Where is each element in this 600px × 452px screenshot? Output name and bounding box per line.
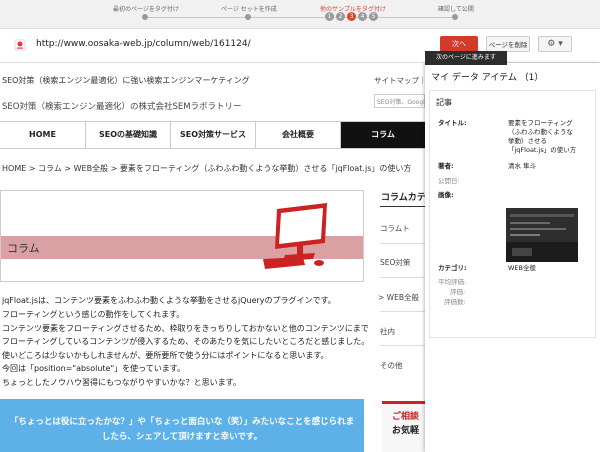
banner-label: コラム <box>7 242 40 255</box>
panel-title: マイ データ アイテム （1） <box>431 73 544 83</box>
step-number-1[interactable]: 1 <box>325 12 334 21</box>
contact-box[interactable]: ご相談 お気軽 <box>382 401 425 452</box>
body-line-4: フローティングしているコンテンツが侵入するため、そのあたりを気にしたいところだと… <box>2 337 370 346</box>
sidebar-item-web-general-label: WEB全般 <box>386 293 419 302</box>
image-label: 画像: <box>438 191 454 199</box>
site-tagline: SEO対策（検索エンジン最適化）に強い検索エンジンマーケティング <box>2 76 250 85</box>
author-label: 著者: <box>438 162 454 170</box>
sidebar-item-seo[interactable]: SEO対策 <box>380 257 410 268</box>
step-label-2: ページ セットを作成 <box>221 6 277 13</box>
share-cta-box: 「ちょっとは役に立ったかな？」や「ちょっと面白いな（笑）」みたいなことを感じられ… <box>0 399 364 452</box>
body-line-2: フローティングという感じの動作をしてくれます。 <box>2 310 185 319</box>
contact-line-1: ご相談 <box>392 412 420 422</box>
nav-company[interactable]: 会社概要 <box>255 122 340 148</box>
cta-line-1: 「ちょっとは役に立ったかな？」や「ちょっと面白いな（笑）」みたいなことを感じられ… <box>9 417 355 427</box>
body-line-6: 今回は「position="absolute"」を使っています。 <box>2 364 185 373</box>
article-thumbnail-image <box>506 208 578 262</box>
step-number-3[interactable]: 3 <box>347 12 356 21</box>
nav-seo-services[interactable]: SEO対策サービス <box>170 122 255 148</box>
site-search-box[interactable]: SEO対策、Googl <box>374 94 425 108</box>
sidebar-divider <box>380 345 425 346</box>
article-card[interactable]: 記事 タイトル: 要素をフローティング （ふわふわ動くような 挙動）させる 「j… <box>429 90 596 338</box>
step-dot-2 <box>245 14 251 20</box>
title-value-line-4: 「jqFloat.js」の使い方 <box>508 146 577 154</box>
nav-column[interactable]: コラム <box>340 122 425 148</box>
chevron-right-icon: > <box>378 293 387 302</box>
site-favicon-icon <box>14 39 26 51</box>
category-value: WEB全般 <box>508 264 536 272</box>
settings-gear-icon[interactable]: ⚙ ▾ <box>538 36 572 52</box>
body-line-7: ちょっとしたノウハウ習得にもつながりやすいかな？と思います。 <box>2 378 241 387</box>
sidebar-divider <box>380 243 425 244</box>
delete-page-button[interactable]: ページを削除 <box>486 36 530 52</box>
next-button[interactable]: 次へ <box>440 36 478 52</box>
sidebar-item-other[interactable]: その他 <box>380 360 403 371</box>
body-line-5: 使いどころは少ないかもしれませんが、要所要所で使う分にはポイントになると思います… <box>2 351 329 360</box>
global-nav: HOME SEOの基礎知識 SEO対策サービス 会社概要 コラム <box>0 121 425 149</box>
breadcrumb[interactable]: HOME > コラム > WEB全般 > 要素をフローティング（ふわふわ動くよう… <box>2 163 411 174</box>
tagging-progress-bar: 最初のページをタグ付け ページ セットを作成 他のサンプルをタグ付け 確認して公… <box>0 0 600 29</box>
contact-line-2: お気軽 <box>392 426 420 436</box>
sidebar-item-column-top[interactable]: コラムト <box>380 223 410 234</box>
sidebar-divider <box>380 311 425 312</box>
body-line-3: コンテンツ要素をフローティングさせるため、枠取りをきっちりしておかないと他のコン… <box>2 324 369 333</box>
sidebar-heading-rule <box>380 206 425 207</box>
site-company-name[interactable]: SEO対策（検索エンジン最適化）の株式会社SEMラボラトリー <box>2 100 242 112</box>
published-label: 公開日: <box>438 177 460 185</box>
card-heading: 記事 <box>436 98 452 107</box>
progress-line <box>145 17 455 18</box>
sitemap-link[interactable]: サイトマップ｜ <box>374 75 427 86</box>
computer-icon <box>263 203 327 269</box>
page-url: http://www.oosaka-web.jp/column/web/1611… <box>36 39 251 49</box>
data-items-panel: 次のページに進みます マイ データ アイテム （1） 記事 タイトル: 要素をフ… <box>425 51 600 452</box>
thumbnail-graphic <box>506 208 578 262</box>
step-label-1: 最初のページをタグ付け <box>113 6 179 13</box>
nav-seo-basics[interactable]: SEOの基礎知識 <box>85 122 170 148</box>
average-rating-label: 平均評価: <box>438 278 467 286</box>
step-dot-4 <box>452 14 458 20</box>
column-banner: コラム <box>0 190 364 282</box>
sidebar-item-web-general[interactable]: > WEB全般 <box>378 292 419 303</box>
step-label-4: 確認して公開 <box>438 6 474 13</box>
body-line-1: jqFloat.jsは、コンテンツ要素をふわふわ動くような挙動をさせるjQuer… <box>2 296 336 305</box>
sidebar-heading: コラムカテ <box>381 193 426 203</box>
step-number-2[interactable]: 2 <box>336 12 345 21</box>
nav-home[interactable]: HOME <box>0 122 85 148</box>
page-toolbar: http://www.oosaka-web.jp/column/web/1611… <box>0 29 600 63</box>
step-number-5[interactable]: 5 <box>369 12 378 21</box>
category-label: カテゴリ: <box>438 264 467 272</box>
title-label: タイトル: <box>438 119 467 127</box>
rating-label: 評価: <box>450 288 466 296</box>
rating-count-label: 評価数: <box>444 298 466 306</box>
step-number-4[interactable]: 4 <box>358 12 367 21</box>
author-value: 清水 隼斗 <box>508 162 537 170</box>
sidebar-item-internal[interactable]: 社内 <box>380 326 395 337</box>
step-dot-1 <box>142 14 148 20</box>
cta-line-2: したら、シェアして頂けますと幸いです。 <box>101 432 263 442</box>
site-search-placeholder: SEO対策、Googl <box>377 99 425 106</box>
next-tooltip: 次のページに進みます <box>425 51 507 65</box>
sidebar-divider <box>380 277 425 278</box>
